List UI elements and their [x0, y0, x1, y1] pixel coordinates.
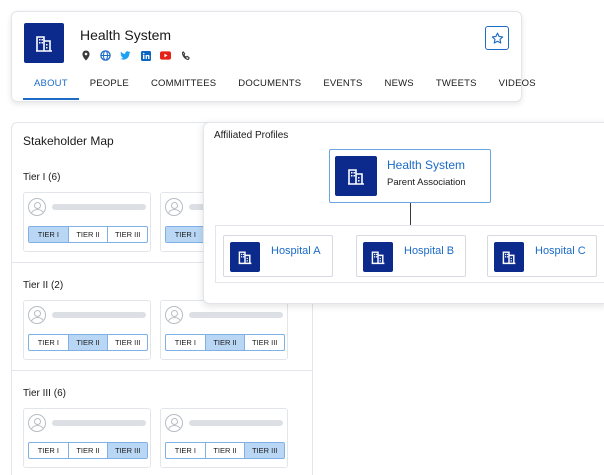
tier-toggle: TIER I TIER II TIER III: [28, 334, 148, 351]
tier-heading: Tier III (6): [23, 388, 66, 399]
stakeholder-map-title: Stakeholder Map: [23, 134, 114, 148]
avatar-icon: [28, 198, 46, 216]
tier-option[interactable]: TIER II: [206, 443, 246, 458]
child-profile[interactable]: Hospital C: [487, 235, 597, 277]
location-icon[interactable]: [80, 50, 91, 61]
star-icon: [491, 32, 503, 44]
tier-toggle: TIER I TIER II TIER III: [165, 442, 285, 459]
tab-videos[interactable]: VIDEOS: [488, 78, 547, 100]
social-links: [80, 50, 191, 61]
tab-committees[interactable]: COMMITTEES: [140, 78, 227, 100]
avatar-icon: [165, 414, 183, 432]
section-divider: [12, 370, 312, 371]
tier-option[interactable]: TIER II: [69, 227, 109, 242]
avatar-icon: [165, 198, 183, 216]
tier-option[interactable]: TIER II: [69, 443, 109, 458]
tier-option[interactable]: TIER I: [166, 443, 206, 458]
child-profile[interactable]: Hospital A: [223, 235, 333, 277]
building-icon: [230, 242, 260, 272]
parent-profile-subtitle: Parent Association: [387, 177, 466, 188]
favorite-button[interactable]: [485, 26, 509, 50]
tab-documents[interactable]: DOCUMENTS: [227, 78, 312, 100]
tier-option[interactable]: TIER III: [245, 335, 284, 350]
org-header-card: Health System ABOUT PEOPLE COMMITTEES DO…: [11, 11, 536, 102]
tier-option[interactable]: TIER III: [108, 443, 147, 458]
stakeholder-card[interactable]: TIER I TIER II TIER III: [23, 300, 151, 360]
stakeholder-card[interactable]: TIER I TIER II TIER III: [160, 300, 288, 360]
tier-option[interactable]: TIER III: [245, 443, 284, 458]
tier-option[interactable]: TIER I: [29, 443, 69, 458]
name-placeholder: [52, 420, 146, 426]
name-placeholder: [52, 312, 146, 318]
avatar-icon: [28, 306, 46, 324]
child-profile-name: Hospital C: [535, 245, 586, 257]
tier-option[interactable]: TIER III: [108, 335, 147, 350]
building-icon: [24, 23, 64, 63]
tier-toggle: TIER I TIER II TIER III: [28, 442, 148, 459]
name-placeholder: [52, 204, 146, 210]
tab-about[interactable]: ABOUT: [23, 78, 79, 100]
tier-toggle: TIER I TIER II TIER III: [28, 226, 148, 243]
org-name: Health System: [80, 27, 172, 43]
affiliated-profiles-title: Affiliated Profiles: [214, 130, 289, 141]
tier-option[interactable]: TIER III: [108, 227, 147, 242]
building-icon: [335, 156, 377, 196]
youtube-icon[interactable]: [160, 50, 171, 61]
tier-toggle: TIER I TIER II TIER III: [165, 334, 285, 351]
parent-profile-name: Health System: [387, 158, 466, 172]
stakeholder-card[interactable]: TIER I TIER II TIER III: [23, 192, 151, 252]
avatar-icon: [28, 414, 46, 432]
stakeholder-card[interactable]: TIER I TIER II TIER III: [23, 408, 151, 468]
stakeholder-card[interactable]: TIER I TIER II TIER III: [160, 408, 288, 468]
child-profiles-group: Hospital A Hospital B Hospital C: [215, 225, 604, 283]
tier-option[interactable]: TIER I: [166, 227, 206, 242]
tier-option[interactable]: TIER II: [68, 335, 109, 350]
name-placeholder: [189, 420, 283, 426]
child-profile[interactable]: Hospital B: [356, 235, 466, 277]
tab-news[interactable]: NEWS: [374, 78, 425, 100]
tier-option[interactable]: TIER I: [29, 227, 69, 242]
building-icon: [494, 242, 524, 272]
tab-tweets[interactable]: TWEETS: [425, 78, 488, 100]
name-placeholder: [189, 312, 283, 318]
twitter-icon[interactable]: [120, 50, 131, 61]
tab-people[interactable]: PEOPLE: [79, 78, 140, 100]
child-profile-name: Hospital A: [271, 245, 321, 257]
child-profile-name: Hospital B: [404, 245, 455, 257]
affiliated-profiles-card: Affiliated Profiles Health System Parent…: [203, 122, 604, 304]
tier-heading: Tier I (6): [23, 172, 61, 183]
building-icon: [363, 242, 393, 272]
phone-icon[interactable]: [180, 50, 191, 61]
tier-option[interactable]: TIER II: [205, 335, 246, 350]
avatar-icon: [165, 306, 183, 324]
profile-tabs: ABOUT PEOPLE COMMITTEES DOCUMENTS EVENTS…: [23, 78, 547, 100]
hierarchy-connector: [410, 203, 411, 225]
tab-events[interactable]: EVENTS: [312, 78, 373, 100]
tier-option[interactable]: TIER I: [166, 335, 206, 350]
tier-option[interactable]: TIER I: [29, 335, 69, 350]
globe-icon[interactable]: [100, 50, 111, 61]
parent-profile[interactable]: Health System Parent Association: [329, 149, 491, 203]
linkedin-icon[interactable]: [140, 50, 151, 61]
tier-heading: Tier II (2): [23, 280, 64, 291]
